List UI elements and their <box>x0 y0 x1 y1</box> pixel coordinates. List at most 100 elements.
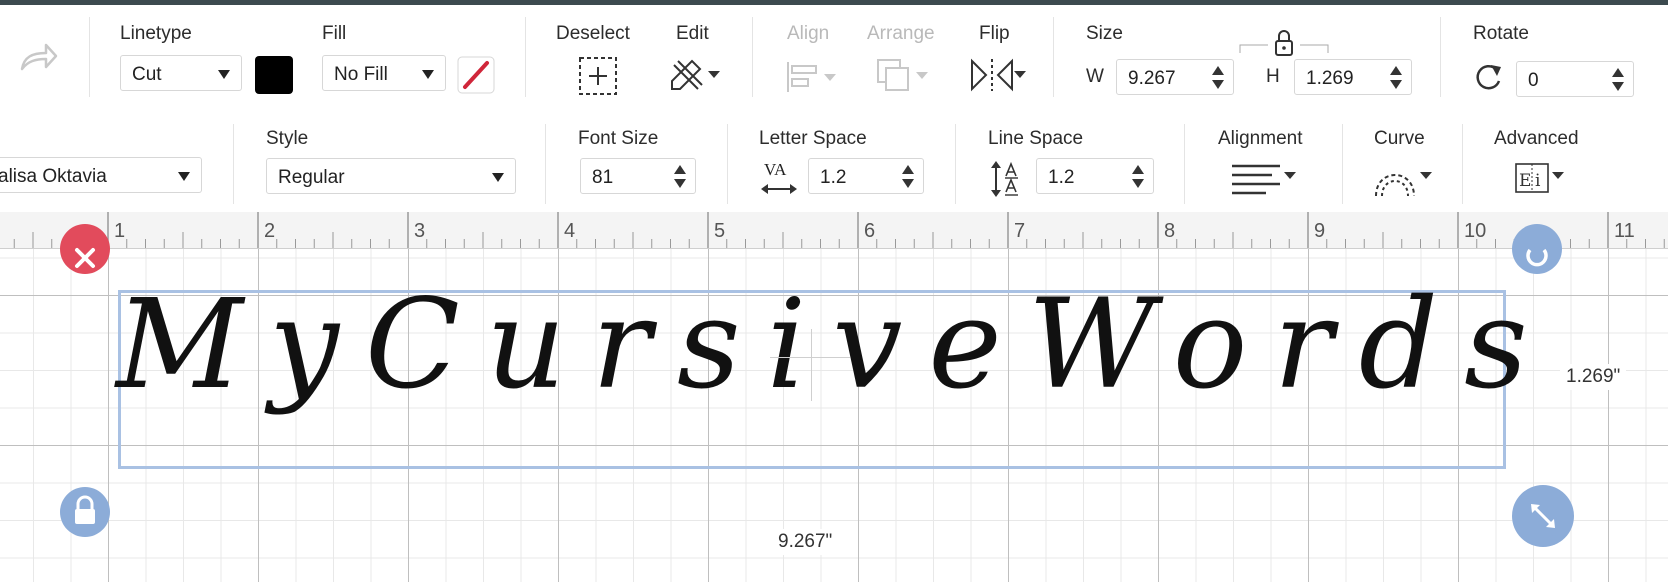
fill-label: Fill <box>322 23 347 44</box>
width-input[interactable]: 9.267 <box>1116 59 1234 95</box>
resize-handle[interactable] <box>1512 485 1574 547</box>
divider <box>1462 124 1463 204</box>
height-value: 1.269 <box>1306 68 1354 89</box>
ruler-label: 2 <box>264 220 276 242</box>
letter-space-stepper[interactable] <box>902 165 914 189</box>
rotate-input[interactable]: 0 <box>1516 61 1634 97</box>
divider <box>89 17 90 97</box>
rotate-stepper[interactable] <box>1612 68 1624 92</box>
edit-toolbar: Linetype Cut Fill No Fill Deselect Edit … <box>0 5 1668 109</box>
center-crosshair-h <box>770 357 850 358</box>
lock-icon[interactable] <box>1238 29 1330 59</box>
rotate-icon <box>1476 64 1501 90</box>
divider <box>752 17 753 97</box>
deselect-icon[interactable] <box>578 56 618 96</box>
height-label: H <box>1266 66 1280 87</box>
line-space-label: Line Space <box>988 128 1084 149</box>
ruler-label: 7 <box>1014 220 1026 242</box>
font-size-input[interactable]: 81 <box>580 158 696 194</box>
ruler-label: 3 <box>414 220 426 242</box>
width-label: W <box>1086 66 1104 87</box>
design-canvas[interactable]: MyCursiveWords 9.267" 1.269" <box>0 224 1668 582</box>
delete-icon <box>75 248 95 268</box>
divider <box>1342 124 1343 204</box>
rotate-label: Rotate <box>1473 23 1529 44</box>
line-space-value: 1.2 <box>1048 167 1075 188</box>
ruler-label: 11 <box>1614 220 1635 242</box>
ruler-label: 9 <box>1314 220 1326 242</box>
rotate-value: 0 <box>1528 70 1539 91</box>
svg-text:E: E <box>1519 171 1531 191</box>
ruler-label: 8 <box>1164 220 1176 242</box>
linetype-color-swatch[interactable] <box>255 56 293 94</box>
alignment-icon[interactable] <box>1232 160 1300 198</box>
align-icon <box>787 62 836 92</box>
fill-select[interactable]: No Fill <box>322 55 446 91</box>
line-space-input[interactable]: 1.2 <box>1036 158 1154 194</box>
chevron-down-icon <box>422 70 434 79</box>
line-space-stepper[interactable] <box>1132 165 1144 189</box>
canvas-text[interactable]: MyCursiveWords <box>116 273 1554 417</box>
resize-handle-icon <box>1531 504 1555 528</box>
style-label: Style <box>266 128 309 149</box>
ruler-label: 4 <box>564 220 576 242</box>
edit-icon[interactable] <box>668 57 724 93</box>
divider <box>545 124 546 204</box>
arrange-icon <box>877 59 928 91</box>
letter-space-input[interactable]: 1.2 <box>808 158 924 194</box>
svg-text:i: i <box>1535 171 1541 191</box>
deselect-label: Deselect <box>556 23 630 44</box>
fill-color-swatch[interactable] <box>457 56 495 94</box>
linetype-label: Linetype <box>120 23 192 44</box>
curve-icon[interactable] <box>1372 160 1440 200</box>
letter-space-label: Letter Space <box>759 128 867 149</box>
divider <box>525 17 526 97</box>
divider <box>1440 17 1441 97</box>
style-select[interactable]: Regular <box>266 158 516 194</box>
advanced-label: Advanced <box>1494 128 1579 149</box>
height-stepper[interactable] <box>1390 66 1402 90</box>
arrange-label: Arrange <box>867 23 935 44</box>
flip-label: Flip <box>979 23 1010 44</box>
divider <box>1184 124 1185 204</box>
font-size-value: 81 <box>592 167 614 188</box>
text-toolbar: alisa Oktavia Style Regular Font Size 81… <box>0 108 1668 212</box>
width-value: 9.267 <box>1128 68 1176 89</box>
font-select[interactable]: alisa Oktavia <box>0 157 202 193</box>
line-space-icon <box>991 161 1018 197</box>
ruler-label: 1 <box>114 220 126 242</box>
horizontal-ruler: 1 2 3 4 5 6 7 8 9 10 11 <box>0 212 1668 249</box>
chevron-down-icon <box>178 172 190 181</box>
lock-handle-icon <box>75 495 95 524</box>
lock-handle[interactable] <box>60 487 110 537</box>
letter-space-icon: VA <box>760 160 800 198</box>
ruler-ticks <box>13 212 1665 248</box>
height-input[interactable]: 1.269 <box>1294 59 1412 95</box>
chevron-down-icon <box>218 70 230 79</box>
divider <box>233 124 234 204</box>
edit-label: Edit <box>676 23 709 44</box>
divider <box>727 124 728 204</box>
letter-space-icon-text: VA <box>764 160 787 179</box>
ruler-label: 6 <box>864 220 876 242</box>
divider <box>1053 17 1054 97</box>
font-size-stepper[interactable] <box>674 165 686 189</box>
letter-space-value: 1.2 <box>820 167 847 188</box>
arrow-horizontal-icon <box>761 184 797 194</box>
flip-icon[interactable] <box>968 57 1028 93</box>
curve-label: Curve <box>1374 128 1425 149</box>
delete-handle[interactable] <box>60 224 110 274</box>
advanced-icon[interactable]: E i <box>1514 160 1570 198</box>
rotate-handle[interactable] <box>1512 224 1562 274</box>
divider <box>955 124 956 204</box>
width-dimension: 9.267" <box>772 529 839 555</box>
fill-value: No Fill <box>334 64 388 85</box>
redo-icon[interactable] <box>18 41 58 75</box>
chevron-down-icon <box>492 173 504 182</box>
style-value: Regular <box>278 167 345 188</box>
font-value: alisa Oktavia <box>0 166 107 187</box>
alignment-label: Alignment <box>1218 128 1303 149</box>
size-label: Size <box>1086 23 1123 44</box>
width-stepper[interactable] <box>1212 66 1224 90</box>
linetype-select[interactable]: Cut <box>120 55 242 91</box>
